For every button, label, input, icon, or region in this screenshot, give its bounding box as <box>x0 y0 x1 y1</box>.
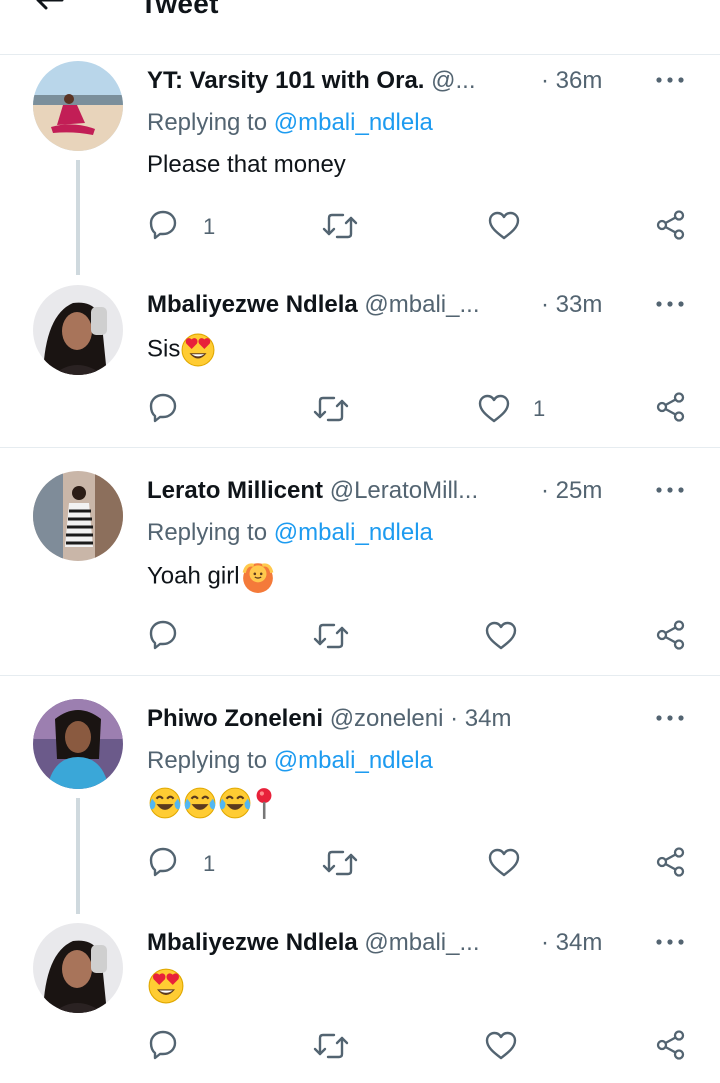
retweet-icon[interactable] <box>313 393 349 425</box>
tweet-text-content: Sis <box>147 335 181 363</box>
mention-link[interactable]: @mbali_ndlela <box>274 747 433 774</box>
tears-of-joy-emoji-icon <box>148 787 182 819</box>
replying-prefix: Replying to <box>147 109 274 136</box>
share-icon[interactable] <box>656 1030 686 1060</box>
tears-of-joy-emoji-icon <box>218 787 252 819</box>
tweet-text: Please that money <box>147 151 346 178</box>
round-pushpin-emoji-icon <box>256 788 272 819</box>
replying-to: Replying to @mbali_ndlela <box>147 746 433 776</box>
share-icon[interactable] <box>656 847 686 877</box>
user-handle[interactable]: @LeratoMill... <box>330 477 478 504</box>
tweet-text: Sis <box>147 333 215 367</box>
retweet-icon[interactable] <box>322 210 358 242</box>
timestamp[interactable]: · 34m <box>450 705 511 732</box>
tweet-header: YT: Varsity 101 with Ora. @... <box>147 66 476 96</box>
tweet-text: Yoah girl <box>147 560 275 594</box>
tweet-header: Lerato Millicent @LeratoMill... <box>147 476 478 506</box>
more-icon[interactable] <box>655 937 685 947</box>
avatar[interactable] <box>33 285 123 375</box>
avatar[interactable] <box>33 923 123 1013</box>
tears-of-joy-emoji-icon <box>183 787 217 819</box>
reply-icon[interactable] <box>149 620 179 652</box>
reply-icon[interactable] <box>149 847 179 879</box>
retweet-icon[interactable] <box>322 847 358 879</box>
user-handle[interactable]: @zoneleni <box>330 705 444 732</box>
heart-eyes-emoji-icon <box>148 968 184 1004</box>
display-name[interactable]: Phiwo Zoneleni <box>147 705 323 732</box>
top-bar: Tweet <box>0 0 720 55</box>
retweet-icon[interactable] <box>313 620 349 652</box>
avatar[interactable] <box>33 699 123 789</box>
replying-to: Replying to @mbali_ndlela <box>147 518 433 548</box>
more-icon[interactable] <box>655 75 685 85</box>
share-icon[interactable] <box>656 620 686 650</box>
share-icon[interactable] <box>656 392 686 422</box>
replying-prefix: Replying to <box>147 747 274 774</box>
thread-connector <box>76 798 80 914</box>
thread-connector <box>76 160 80 275</box>
display-name[interactable]: Mbaliyezwe Ndlela <box>147 291 358 318</box>
avatar[interactable] <box>33 471 123 561</box>
tweet-text-content: Yoah girl <box>147 562 240 590</box>
more-icon[interactable] <box>655 299 685 309</box>
avatar[interactable] <box>33 61 123 151</box>
mention-link[interactable]: @mbali_ndlela <box>274 519 433 546</box>
more-icon[interactable] <box>655 485 685 495</box>
tweet-text <box>147 786 275 820</box>
timestamp[interactable]: · 34m <box>541 928 602 958</box>
user-handle[interactable]: @... <box>431 67 475 94</box>
reply-icon[interactable] <box>149 210 179 242</box>
reply-icon[interactable] <box>149 1030 179 1062</box>
reply-count: 1 <box>203 214 216 239</box>
divider <box>0 675 720 676</box>
display-name[interactable]: Lerato Millicent <box>147 477 323 504</box>
share-icon[interactable] <box>656 210 686 240</box>
replying-to: Replying to @mbali_ndlela <box>147 108 433 138</box>
tweet-header: Phiwo Zoneleni @zoneleni · 34m <box>147 704 511 734</box>
back-arrow-icon[interactable] <box>30 0 70 20</box>
divider <box>0 447 720 448</box>
timestamp[interactable]: · 25m <box>541 476 602 506</box>
tweet-text <box>147 968 184 1004</box>
reply-icon[interactable] <box>149 393 179 425</box>
like-icon[interactable] <box>488 210 520 242</box>
display-name[interactable]: Mbaliyezwe Ndlela <box>147 929 358 956</box>
mention-link[interactable]: @mbali_ndlela <box>274 109 433 136</box>
like-icon[interactable] <box>485 1030 517 1062</box>
timestamp[interactable]: · 33m <box>541 290 602 320</box>
replying-prefix: Replying to <box>147 519 274 546</box>
display-name[interactable]: YT: Varsity 101 with Ora. <box>147 67 424 94</box>
user-handle[interactable]: @mbali_... <box>364 291 479 318</box>
person-gesturing-ok-emoji-icon <box>241 561 274 594</box>
like-icon[interactable] <box>488 847 520 879</box>
tweet-header: Mbaliyezwe Ndlela @mbali_... <box>147 290 480 320</box>
page-title: Tweet <box>140 0 219 19</box>
more-icon[interactable] <box>655 713 685 723</box>
like-icon[interactable] <box>485 620 517 652</box>
like-icon[interactable] <box>478 393 510 425</box>
reply-count: 1 <box>203 851 216 876</box>
tweet-header: Mbaliyezwe Ndlela @mbali_... <box>147 928 480 958</box>
user-handle[interactable]: @mbali_... <box>364 929 479 956</box>
like-count: 1 <box>533 396 546 421</box>
timestamp[interactable]: · 36m <box>541 66 602 96</box>
retweet-icon[interactable] <box>313 1030 349 1062</box>
heart-eyes-emoji-icon <box>181 333 215 367</box>
